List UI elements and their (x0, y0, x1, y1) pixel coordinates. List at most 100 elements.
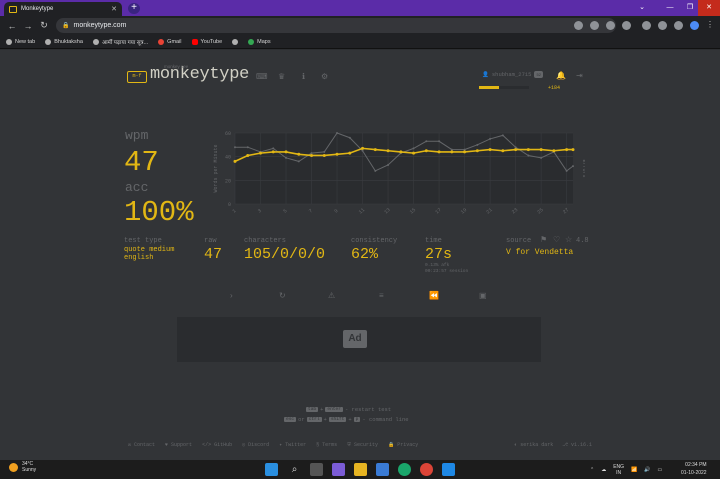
version-link[interactable]: ⎇ v1.16.1 (562, 442, 592, 448)
back-arrow-icon[interactable]: ← (4, 21, 20, 31)
restart-icon[interactable]: ↻ (279, 291, 286, 300)
chrome-icon[interactable] (420, 463, 433, 476)
logout-icon[interactable]: ⇥ (576, 71, 583, 80)
start-icon[interactable] (265, 463, 278, 476)
words-history-icon[interactable]: ≡ (379, 291, 384, 300)
info-icon[interactable]: ℹ (302, 72, 305, 81)
heart-icon[interactable]: ♡ (553, 235, 560, 244)
replay-icon[interactable]: ⏪ (429, 291, 439, 300)
bookmark-youtube[interactable]: YouTube (191, 38, 222, 45)
onedrive-icon[interactable]: ☁ (601, 467, 606, 473)
puzzle-icon[interactable] (658, 21, 667, 30)
edge-icon[interactable] (398, 463, 411, 476)
footer-link-security[interactable]: ⛨ Security (347, 442, 378, 448)
google-icon[interactable] (574, 21, 583, 30)
bookmark-new-tab[interactable]: New tab (6, 38, 35, 45)
bookmark-bhuktaksha[interactable]: Bhuktaksha (45, 38, 83, 45)
time-value: 27s (425, 246, 453, 263)
new-tab-button[interactable]: + (128, 3, 140, 14)
chart-point-raw (387, 163, 390, 166)
logo[interactable]: m-f monkey see monkeytype (127, 64, 249, 83)
sidepanel-icon[interactable] (674, 21, 683, 30)
footer-link-github[interactable]: </> GitHub (202, 442, 232, 448)
account-button[interactable]: 👤 shubham_2715 52 (482, 71, 543, 78)
file-explorer-icon[interactable] (354, 463, 367, 476)
chart-point-wpm (539, 148, 543, 152)
gear-icon[interactable]: ⚙ (321, 72, 328, 81)
battery-icon[interactable]: ▭ (658, 467, 663, 473)
url-bar[interactable]: 🔒 monkeytype.com (56, 18, 616, 33)
clock[interactable]: 02:34 PM 01-10-2022 (681, 461, 707, 477)
chart-point-raw (323, 150, 326, 153)
star-icon[interactable] (622, 21, 631, 30)
chat-icon[interactable] (332, 463, 345, 476)
bookmark-gmail[interactable]: Gmail (158, 38, 182, 45)
level-badge: 52 (534, 71, 543, 78)
chart-point-raw (336, 132, 339, 134)
browser-tab[interactable]: Monkeytype ✕ (4, 2, 122, 16)
youtube-icon (191, 38, 198, 45)
lock-icon: 🔒 (62, 23, 70, 29)
chart-point-wpm (412, 151, 416, 155)
next-test-icon[interactable]: › (230, 291, 233, 300)
search-icon[interactable]: ⌕ (288, 463, 301, 476)
weather-widget[interactable]: 34°C Sunny (9, 461, 36, 473)
footer-link-discord[interactable]: ◎ Discord (242, 442, 269, 448)
tab-search-button[interactable]: ⌄ (628, 0, 656, 16)
keyboard-icon[interactable]: ⌨ (256, 72, 268, 81)
chart-x-tick-label: 3 (257, 208, 263, 215)
reload-icon[interactable]: ↻ (36, 20, 52, 31)
menu-dots-icon[interactable]: ⋮ (706, 21, 715, 30)
share-icon[interactable] (606, 21, 615, 30)
footer-link-terms[interactable]: § Terms (316, 442, 337, 448)
extension-icon[interactable] (642, 21, 651, 30)
chevron-up-icon[interactable]: ⌃ (590, 467, 594, 473)
wifi-icon[interactable]: 📶 (631, 467, 637, 473)
language-indicator[interactable]: ENG IN (613, 464, 624, 476)
wpm-chart[interactable]: 02040601 3 5 7 9 11 13 15 17 19 21 23 25 27Words per … (205, 126, 585, 226)
footer-link-twitter[interactable]: ✦ Twitter (279, 442, 306, 448)
chart-x-tick-label: 11 (358, 207, 366, 215)
task-view-icon[interactable] (310, 463, 323, 476)
eye-slash-icon[interactable] (590, 21, 599, 30)
footer-link-support[interactable]: ♥ Support (165, 442, 192, 448)
profile-avatar[interactable] (690, 21, 699, 30)
chart-point-wpm (310, 153, 314, 157)
chart-point-wpm (348, 151, 352, 155)
screenshot-icon[interactable]: ▣ (479, 291, 487, 300)
chart-point-wpm (450, 150, 454, 154)
bell-icon[interactable]: 🔔 (556, 71, 566, 80)
bookmark-globe[interactable] (232, 38, 239, 45)
star-icon[interactable]: ☆ (565, 235, 572, 244)
bookmark-hindi[interactable]: आर्मी पढ़ाया गया सूत्र... (92, 38, 148, 46)
characters-label: characters (244, 237, 287, 245)
theme-button[interactable]: ◐ serika dark (514, 442, 553, 448)
chart-point-wpm (271, 150, 275, 154)
chart-point-raw (425, 140, 428, 143)
logo-box: m-f (127, 71, 147, 83)
username: shubham_2715 (491, 71, 532, 78)
chart-x-tick-label: 1 (231, 208, 237, 215)
chart-point-wpm (565, 148, 569, 152)
chart-point-wpm (284, 150, 288, 154)
close-window-button[interactable]: ✕ (698, 0, 720, 16)
footer-link-contact[interactable]: ✉ Contact (128, 442, 155, 448)
characters-value: 105/0/0/0 (244, 246, 326, 263)
chart-point-raw (374, 169, 377, 172)
footer-link-privacy[interactable]: 🔒 Privacy (388, 442, 418, 448)
chart-x-tick-label: 15 (409, 207, 417, 215)
wpm-label: wpm (125, 128, 149, 143)
monkeytype-favicon (9, 5, 17, 13)
store-icon[interactable] (376, 463, 389, 476)
crown-icon[interactable]: ♛ (278, 72, 285, 81)
chart-point-raw (476, 143, 479, 146)
volume-icon[interactable]: 🔊 (644, 467, 650, 473)
flag-icon[interactable]: ⚑ (540, 235, 547, 244)
forward-arrow-icon[interactable]: → (20, 21, 36, 31)
vscode-icon[interactable] (442, 463, 455, 476)
report-icon[interactable]: ⚠ (328, 291, 335, 300)
bookmark-maps[interactable]: Maps (248, 38, 271, 45)
chart-point-raw (412, 147, 415, 150)
tab-close-icon[interactable]: ✕ (111, 5, 117, 13)
xp-gain: +184 (548, 85, 561, 91)
